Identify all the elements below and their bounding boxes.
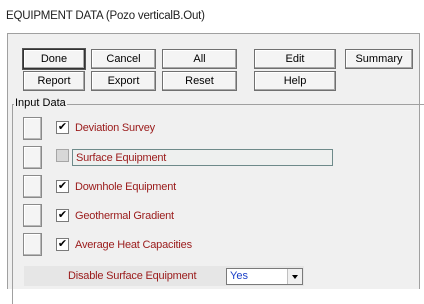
- disable-surface-equipment-value: Yes: [230, 270, 248, 282]
- geothermal-gradient-label: Geothermal Gradient: [75, 210, 174, 222]
- report-button[interactable]: Report: [23, 71, 85, 91]
- geothermal-gradient-checkbox[interactable]: ✔: [56, 209, 69, 222]
- average-heat-capacities-label: Average Heat Capacities: [75, 239, 192, 251]
- downhole-equipment-checkbox[interactable]: ✔: [56, 180, 69, 193]
- deviation-survey-edit-button[interactable]: [23, 117, 42, 140]
- surface-equipment-label: Surface Equipment: [76, 152, 167, 164]
- export-button[interactable]: Export: [91, 71, 156, 91]
- all-button[interactable]: All: [162, 49, 237, 69]
- cancel-button[interactable]: Cancel: [91, 49, 156, 69]
- window-title: EQUIPMENT DATA (Pozo verticalB.Out): [6, 10, 205, 22]
- average-heat-capacities-edit-button[interactable]: [23, 233, 42, 256]
- surface-equipment-checkbox[interactable]: [56, 149, 69, 162]
- surface-equipment-field: Surface Equipment: [72, 149, 333, 166]
- surface-equipment-edit-button[interactable]: [23, 146, 42, 169]
- done-button[interactable]: Done: [23, 49, 85, 69]
- help-button[interactable]: Help: [254, 71, 336, 91]
- geothermal-gradient-edit-button[interactable]: [23, 204, 42, 227]
- deviation-survey-checkbox[interactable]: ✔: [56, 121, 69, 134]
- deviation-survey-label: Deviation Survey: [75, 122, 155, 134]
- downhole-equipment-label: Downhole Equipment: [75, 181, 176, 193]
- average-heat-capacities-checkbox[interactable]: ✔: [56, 238, 69, 251]
- chevron-down-icon[interactable]: [287, 269, 302, 284]
- reset-button[interactable]: Reset: [162, 71, 237, 91]
- input-data-group-label: Input Data: [14, 97, 67, 110]
- disable-surface-equipment-select[interactable]: Yes: [226, 268, 303, 285]
- downhole-equipment-edit-button[interactable]: [23, 175, 42, 198]
- summary-button[interactable]: Summary: [345, 49, 413, 69]
- edit-button[interactable]: Edit: [254, 49, 336, 69]
- disable-surface-equipment-label: Disable Surface Equipment: [68, 270, 197, 282]
